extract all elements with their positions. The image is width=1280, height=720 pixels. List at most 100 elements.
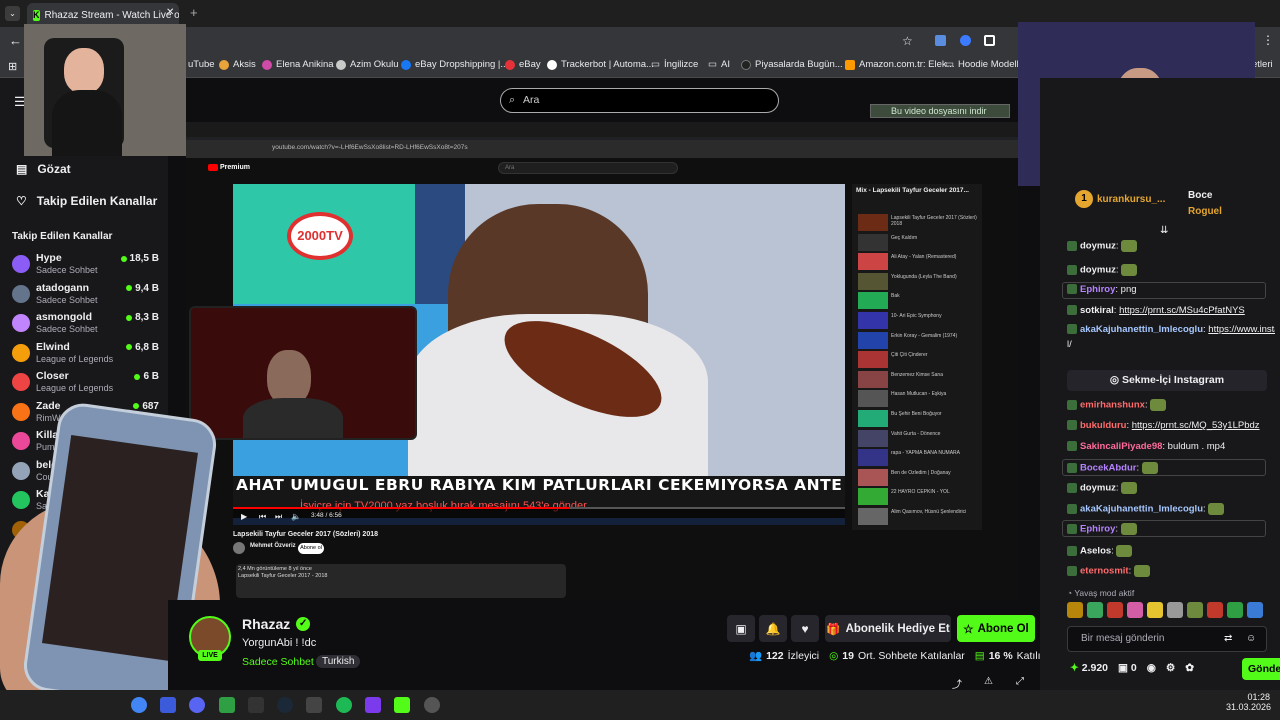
emoji-icon[interactable]: ☺ — [1246, 627, 1256, 651]
playlist-item[interactable]: Erkin Koray - Gemalim (1974) — [858, 331, 978, 350]
emote-icon[interactable] — [1147, 602, 1163, 618]
chat-link[interactable]: https://www.instagram.com/reels/DWgS8JhD… — [1208, 324, 1275, 335]
bookmark[interactable]: Trackerbot | Automa... — [547, 59, 654, 70]
report-icon[interactable]: ⚠ — [984, 676, 993, 687]
playlist-item[interactable]: Yoklugunda (Leyla The Band) — [858, 272, 978, 291]
download-video-banner[interactable]: Bu video dosyasını indir — [870, 104, 1010, 118]
sidebar-channel[interactable]: Hype Sadece Sohbet 18,5 B — [12, 252, 162, 280]
chat-link[interactable]: https://prnt.sc/MQ_53y1LPbdz — [1132, 420, 1260, 431]
chrome-icon[interactable] — [131, 697, 147, 713]
language-tag[interactable]: Turkish — [316, 655, 361, 668]
send-button[interactable]: Gönder — [1242, 658, 1280, 680]
playlist-item[interactable]: Alim Qasımov, Hüsnü Şenlendirici — [858, 508, 978, 526]
instagram-embed-card[interactable]: ◎ Sekme-İçi Instagram — [1067, 370, 1267, 391]
chat-username[interactable]: emirhanshunx — [1080, 400, 1145, 411]
search-input[interactable]: ⌕ Ara — [500, 88, 779, 113]
chat-username[interactable]: akaKajuhanettin_Imlecoglu — [1080, 504, 1203, 515]
sidebar-channel[interactable]: Elwind League of Legends 6,8 B — [12, 341, 162, 369]
clip-button[interactable]: ▣ — [727, 615, 755, 642]
epic-games-icon[interactable] — [248, 697, 264, 713]
playlist-item[interactable]: Vahit Gurta - Dönence — [858, 429, 978, 448]
top-user-name[interactable]: Roguel — [1188, 206, 1222, 217]
chat-username[interactable]: Ephiroy — [1080, 524, 1115, 535]
xbox-icon[interactable] — [219, 697, 235, 713]
youtube-description-box[interactable]: 2,4 Mn görüntüleme 8 yıl önce Lapsekili … — [236, 564, 566, 598]
playlist-item[interactable]: rapa - YAPMA BANA NUMARA — [858, 449, 978, 467]
stream-category[interactable]: Sadece Sohbet — [242, 656, 314, 668]
notification-button[interactable]: 🔔 — [759, 615, 787, 642]
playlist-item[interactable]: Bak — [858, 292, 978, 310]
bookmark-folder[interactable]: ▭ Hoodie Modell — [945, 59, 1019, 70]
chat-username[interactable]: doymuz — [1080, 265, 1116, 276]
bookmark[interactable]: eBay Dropshipping |... — [401, 59, 508, 70]
emote-icon[interactable] — [1127, 602, 1143, 618]
nav-following[interactable]: ♡ Takip Edilen Kanallar — [16, 194, 157, 208]
extension-icon[interactable] — [935, 35, 946, 46]
playlist-item[interactable]: Benzemez Kimse Sana — [858, 370, 978, 389]
sidebar-channel[interactable]: asmongold Sadece Sohbet 8,3 B — [12, 311, 162, 339]
points[interactable]: ✦ 2.920 — [1070, 662, 1108, 674]
chat-username[interactable]: akaKajuhanettin_Imlecoglu — [1080, 324, 1203, 335]
sidebar-channel[interactable]: Closer League of Legends 6 B — [12, 370, 162, 398]
new-tab-icon[interactable]: + — [190, 5, 198, 20]
chat-username[interactable]: bukulduru — [1080, 420, 1126, 431]
playlist-item[interactable]: Lapsekili Tayfur Geceler 2017 (Sözleri) … — [858, 214, 978, 232]
subscribe-button[interactable]: ☆ Abone Ol — [957, 615, 1035, 642]
emote-icon[interactable] — [1107, 602, 1123, 618]
bookmark-folder[interactable]: ▭ İngilizce — [651, 59, 698, 70]
back-icon[interactable]: ← — [9, 33, 22, 48]
steam-icon[interactable] — [277, 697, 293, 713]
playlist-item[interactable]: Ali Atay - Yalan (Remastered) — [858, 253, 978, 271]
playlist-item[interactable]: Ben de Özledim | Doğanay — [858, 468, 978, 487]
chat-message-input[interactable]: Bir mesaj gönderin ⇄ ☺ — [1067, 626, 1267, 652]
bookmark[interactable]: Elena Anikina — [262, 59, 334, 70]
kick-icon[interactable] — [394, 697, 410, 713]
playlist-item[interactable]: Bu Şehir Beni Boğuyor — [858, 410, 978, 428]
progress-track[interactable] — [233, 507, 845, 509]
gift-count[interactable]: ▣ 0 — [1118, 662, 1137, 674]
discord-icon[interactable] — [189, 697, 205, 713]
bookmark-star-icon[interactable]: ☆ — [902, 34, 913, 48]
extension-icon[interactable] — [960, 35, 971, 46]
app-icon[interactable] — [306, 697, 322, 713]
chat-username[interactable]: doymuz — [1080, 483, 1116, 494]
share-icon[interactable]: ⤴ — [952, 676, 962, 691]
bookmark[interactable]: Azim Okulu — [336, 59, 399, 70]
sidebar-channel[interactable]: atadogann Sadece Sohbet 9,4 B — [12, 282, 162, 310]
nav-browse[interactable]: ▤ Gözat — [16, 162, 71, 176]
chat-bubble-icon[interactable]: ◉ — [1147, 662, 1156, 674]
playlist-item[interactable]: Geç Kaldım — [858, 233, 978, 252]
chat-username[interactable]: Aselos — [1080, 546, 1111, 557]
chat-username[interactable]: Ephiroy — [1080, 284, 1115, 295]
chat-extra-icon[interactable]: ✿ — [1185, 662, 1194, 674]
follow-button[interactable]: ♥ — [791, 615, 819, 642]
playlist-item[interactable]: Hasan Mutlucan - Eşkiya — [858, 390, 978, 408]
translate-icon[interactable]: ⇄ — [1224, 627, 1232, 651]
gift-subscription-button[interactable]: 🎁 Abonelik Hediye Et — [825, 615, 951, 642]
close-tab-icon[interactable]: ✕ — [166, 7, 174, 18]
clock[interactable]: 01:28 31.03.2026 — [1226, 692, 1271, 712]
chat-username[interactable]: doymuz — [1080, 241, 1116, 252]
bookmark[interactable]: Aksis — [219, 59, 256, 70]
tab-search-button[interactable]: ⌄ — [5, 6, 20, 21]
playlist-item[interactable]: Çiti Çiti Çinderer — [858, 351, 978, 369]
app-icon[interactable] — [365, 697, 381, 713]
emote-icon[interactable] — [1167, 602, 1183, 618]
bookmark-folder[interactable]: ▭ AI — [708, 59, 730, 70]
bookmark[interactable]: etleri — [1252, 59, 1273, 70]
chat-username[interactable]: BocekAbdur — [1080, 463, 1136, 474]
play-icon[interactable]: ▶ — [241, 512, 247, 521]
chat-link[interactable]: https://prnt.sc/MSu4cPfatNYS — [1119, 305, 1245, 316]
emote-icon[interactable] — [1207, 602, 1223, 618]
emote-icon[interactable] — [1067, 602, 1083, 618]
top-user-name[interactable]: Boce — [1188, 190, 1212, 201]
youtube-search-input[interactable]: Ara — [498, 162, 678, 174]
bookmark[interactable]: uTube — [188, 59, 215, 70]
playlist-item[interactable]: 10- Ari Epic Symphony — [858, 312, 978, 330]
settings-gear-icon[interactable]: ⚙ — [1166, 662, 1175, 674]
emote-icon[interactable] — [1247, 602, 1263, 618]
pin-icon[interactable]: ⇊ — [1160, 225, 1168, 236]
next-icon[interactable]: ⏭ — [275, 512, 282, 522]
app-icon[interactable] — [160, 697, 176, 713]
extension-icon[interactable] — [984, 35, 995, 46]
